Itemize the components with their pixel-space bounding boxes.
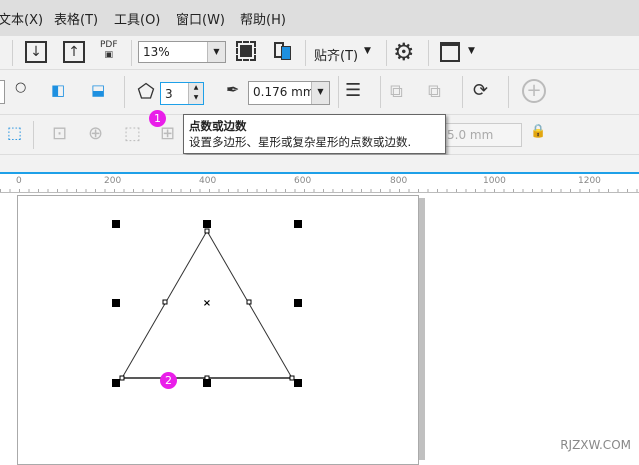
step-badge-2: 2 — [160, 372, 177, 389]
selection-handle[interactable] — [294, 220, 302, 228]
selection-handle[interactable] — [112, 299, 120, 307]
watermark: RJZXW.COM — [560, 438, 631, 452]
center-mark-icon: × — [203, 298, 211, 309]
selection-handle[interactable] — [203, 220, 211, 228]
selection-handle[interactable] — [203, 379, 211, 387]
selection-handle[interactable] — [294, 379, 302, 387]
triangle-shape[interactable]: × — [0, 0, 639, 460]
selection-handle[interactable] — [112, 220, 120, 228]
selection-handle[interactable] — [294, 299, 302, 307]
selection-handle[interactable] — [112, 379, 120, 387]
